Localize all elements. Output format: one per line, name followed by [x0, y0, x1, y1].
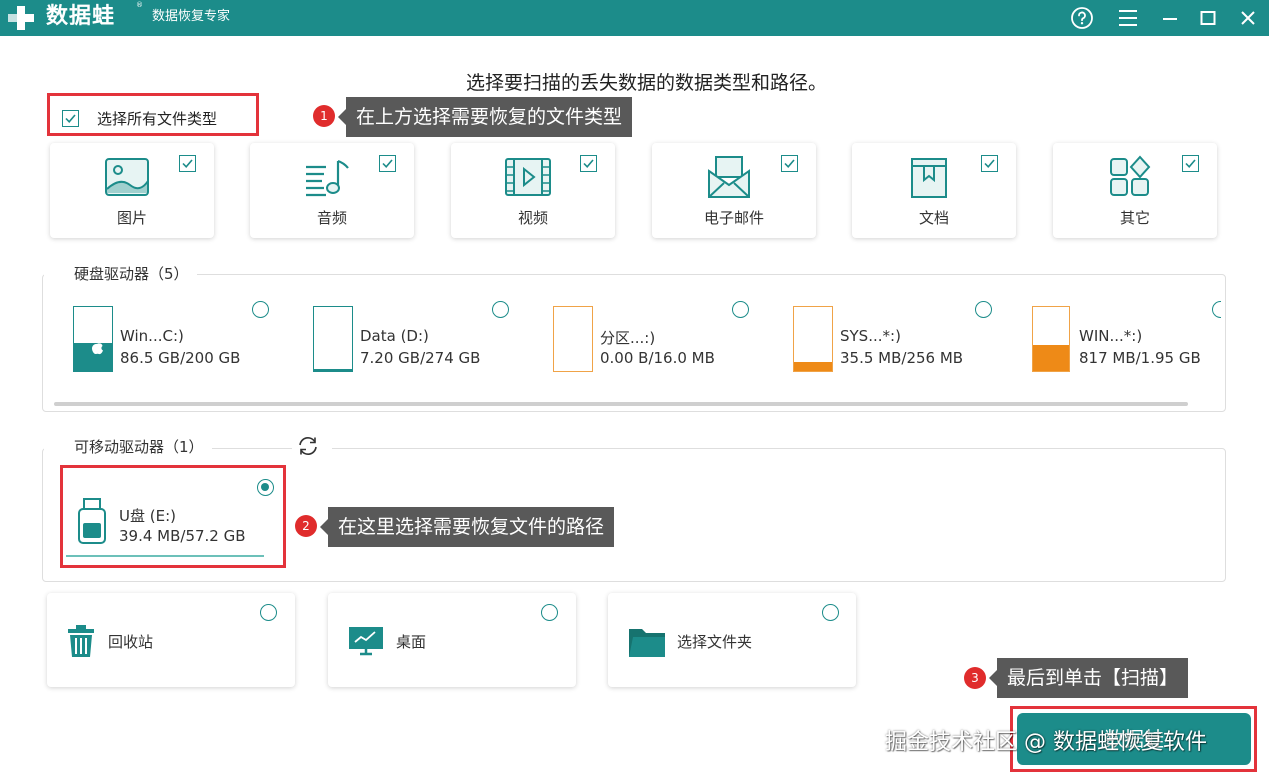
maximize-icon [1200, 11, 1216, 25]
checkbox-checked-icon [62, 109, 79, 127]
app-subtitle: 数据恢复专家 [152, 9, 231, 24]
drive-d-radio[interactable] [492, 301, 509, 318]
drive-name: 分区...:) [600, 329, 656, 347]
drive-sys-radio[interactable] [975, 301, 992, 318]
refresh-icon [299, 437, 317, 455]
select-folder-radio[interactable] [822, 604, 839, 621]
apple-icon [92, 340, 103, 355]
refresh-button[interactable] [292, 434, 332, 458]
registered-mark: ® [136, 1, 143, 9]
file-type-label: 电子邮件 [703, 209, 764, 227]
drive-usage-bar [1032, 306, 1070, 372]
logo-text: 数据蛙 [46, 4, 116, 29]
minimize-button[interactable] [1155, 3, 1185, 33]
desktop-radio[interactable] [541, 604, 558, 621]
file-type-card-video[interactable]: 视频 [451, 143, 615, 238]
select-all-label: 选择所有文件类型 [97, 109, 218, 128]
help-icon [1071, 7, 1093, 29]
file-type-card-audio[interactable]: 音频 [250, 143, 414, 238]
file-type-label: 视频 [517, 209, 548, 227]
minimize-icon [1163, 18, 1177, 20]
drive-usage-bar [73, 306, 113, 372]
menu-icon [1119, 10, 1137, 26]
logo-icon [8, 6, 34, 30]
close-button[interactable] [1233, 3, 1263, 33]
drive-usage-bar [793, 306, 833, 372]
maximize-button[interactable] [1193, 3, 1223, 33]
folder-icon [629, 629, 665, 657]
other-icon [1110, 155, 1151, 196]
location-label: 回收站 [108, 633, 154, 651]
usb-drive-usage-bar [66, 555, 264, 557]
drive-partition-radio[interactable] [732, 301, 749, 318]
drive-size: 0.00 B/16.0 MB [600, 349, 715, 367]
video-icon [505, 158, 551, 196]
image-icon [105, 158, 149, 196]
document-icon [911, 158, 947, 198]
drive-size: 86.5 GB/200 GB [120, 349, 241, 367]
close-icon [1241, 11, 1255, 25]
page-heading: 选择要扫描的丢失数据的数据类型和路径。 [465, 72, 827, 94]
callout-1: 在上方选择需要恢复的文件类型 [337, 97, 633, 137]
help-button[interactable] [1067, 3, 1097, 33]
file-type-label: 其它 [1119, 209, 1150, 227]
drive-usage-fill [1033, 344, 1069, 371]
usb-drive-icon [78, 498, 106, 544]
drive-c-radio[interactable] [252, 301, 269, 318]
checkbox-checked-icon[interactable] [580, 155, 597, 172]
drive-usage-bar [313, 306, 353, 372]
location-card-recycle-bin[interactable]: 回收站 [47, 593, 295, 687]
drives-scrollbar[interactable] [54, 402, 1188, 406]
drive-size: 7.20 GB/274 GB [360, 349, 481, 367]
mail-icon [708, 156, 750, 198]
callout-3: 最后到单击【扫描】 [988, 658, 1189, 698]
location-card-select-folder[interactable]: 选择文件夹 [608, 593, 856, 687]
checkbox-checked-icon[interactable] [1182, 155, 1199, 172]
drive-size: 817 MB/1.95 GB [1079, 349, 1201, 367]
select-all-checkbox[interactable]: 选择所有文件类型 [62, 106, 217, 130]
file-type-label: 图片 [116, 209, 147, 227]
callout-number-2: 2 [295, 515, 317, 537]
trash-icon [68, 625, 94, 657]
file-type-label: 音频 [316, 209, 347, 227]
checkbox-checked-icon[interactable] [179, 155, 196, 172]
callout-2: 在这里选择需要恢复文件的路径 [319, 507, 615, 547]
drive-usage-fill [794, 362, 832, 371]
file-type-label: 文档 [918, 209, 949, 227]
drive-name: Win...C:) [120, 327, 184, 345]
location-label: 选择文件夹 [677, 633, 753, 651]
usb-drive-size: 39.4 MB/57.2 GB [119, 527, 246, 545]
location-card-desktop[interactable]: 桌面 [328, 593, 576, 687]
music-icon [306, 159, 349, 197]
drive-usage-bar [553, 306, 593, 372]
location-label: 桌面 [396, 633, 427, 651]
checkbox-checked-icon[interactable] [781, 155, 798, 172]
desktop-icon [349, 627, 383, 656]
usb-drive-name: U盘 (E:) [119, 507, 176, 525]
checkbox-checked-icon[interactable] [379, 155, 396, 172]
drive-name: SYS...*:) [840, 327, 901, 345]
title-bar: 数据蛙 ® 数据恢复专家 [0, 0, 1269, 36]
usb-drive-radio[interactable] [257, 479, 274, 496]
file-type-card-documents[interactable]: 文档 [852, 143, 1016, 238]
drive-size: 35.5 MB/256 MB [840, 349, 964, 367]
file-type-card-images[interactable]: 图片 [50, 143, 214, 238]
callout-number-3: 3 [964, 667, 986, 689]
checkbox-checked-icon[interactable] [981, 155, 998, 172]
drive-name: WIN...*:) [1079, 327, 1143, 345]
drive-name: Data (D:) [360, 327, 429, 345]
file-type-card-other[interactable]: 其它 [1053, 143, 1217, 238]
drive-usage-fill [314, 369, 352, 371]
menu-button[interactable] [1113, 3, 1143, 33]
file-type-card-email[interactable]: 电子邮件 [652, 143, 816, 238]
callout-number-1: 1 [313, 105, 335, 127]
hard-drives-title: 硬盘驱动器（5） [44, 263, 197, 284]
removable-title: 可移动驱动器（1） [44, 436, 212, 457]
watermark: 掘金技术社区 @ 数据蛙恢复软件 [885, 730, 1207, 755]
recycle-bin-radio[interactable] [260, 604, 277, 621]
